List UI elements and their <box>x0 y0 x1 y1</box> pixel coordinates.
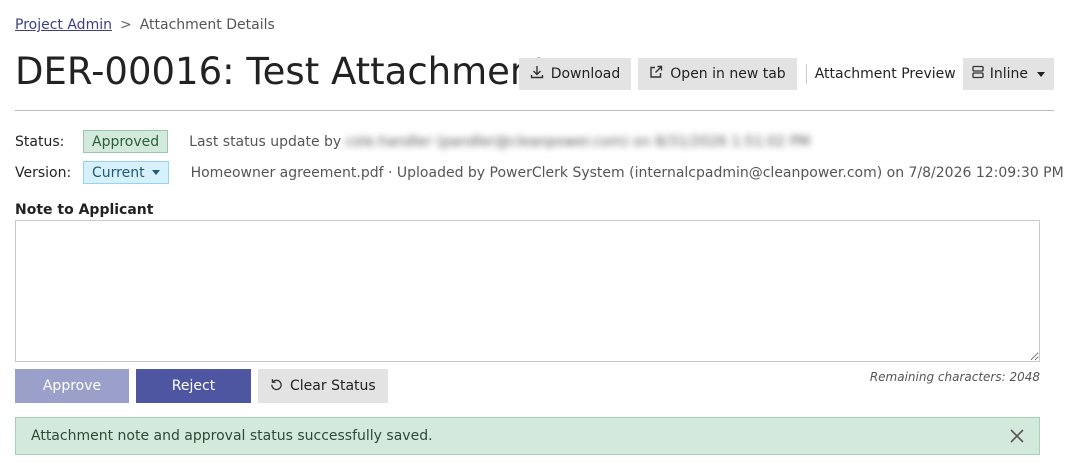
note-textarea[interactable] <box>15 220 1040 362</box>
alert-message: Attachment note and approval status succ… <box>31 428 433 444</box>
breadcrumb-current: Attachment Details <box>139 17 275 33</box>
preview-mode-value: Inline <box>989 66 1028 82</box>
action-buttons: Approve Reject Clear Status <box>15 369 388 403</box>
version-value: Current <box>92 164 145 181</box>
download-button[interactable]: Download <box>518 58 632 90</box>
undo-icon <box>270 378 283 395</box>
note-label: Note to Applicant <box>15 202 154 218</box>
download-icon <box>530 65 544 83</box>
external-link-icon <box>649 65 663 83</box>
status-label: Status: <box>15 133 65 150</box>
chevron-down-icon <box>1037 71 1045 77</box>
breadcrumb: Project Admin > Attachment Details <box>15 17 275 33</box>
breadcrumb-link-project-admin[interactable]: Project Admin <box>15 17 112 33</box>
toolbar-divider <box>805 64 807 84</box>
close-icon[interactable] <box>1009 428 1025 444</box>
version-dropdown[interactable]: Current <box>83 161 169 184</box>
last-status-update-detail: cole.handler (pandler@cleanpower.com) on… <box>345 133 811 150</box>
open-new-tab-label: Open in new tab <box>670 66 786 82</box>
last-status-update-prefix: Last status update by <box>189 133 342 150</box>
page-title: DER-00016: Test Attachment <box>15 50 548 93</box>
success-alert: Attachment note and approval status succ… <box>15 417 1040 455</box>
version-row: Version: Current Homeowner agreement.pdf… <box>15 161 1064 184</box>
title-divider <box>15 110 1054 111</box>
approve-button[interactable]: Approve <box>15 369 129 403</box>
status-row: Status: Approved Last status update by c… <box>15 130 810 153</box>
attachment-preview-label: Attachment Preview <box>814 66 956 82</box>
layout-rows-icon <box>971 65 985 83</box>
attachment-toolbar: Download Open in new tab Attachment Prev… <box>518 58 1054 90</box>
preview-mode-dropdown[interactable]: Inline <box>962 58 1054 90</box>
remaining-characters: Remaining characters: 2048 <box>869 370 1040 384</box>
open-new-tab-button[interactable]: Open in new tab <box>638 58 797 90</box>
status-badge: Approved <box>83 130 169 153</box>
file-info: Homeowner agreement.pdf · Uploaded by Po… <box>190 164 1064 181</box>
clear-status-label: Clear Status <box>290 378 376 394</box>
breadcrumb-separator: > <box>119 17 132 33</box>
reject-button[interactable]: Reject <box>136 369 251 403</box>
download-label: Download <box>550 66 621 82</box>
chevron-down-icon <box>151 170 160 175</box>
version-label: Version: <box>15 164 72 181</box>
clear-status-button[interactable]: Clear Status <box>258 369 388 403</box>
